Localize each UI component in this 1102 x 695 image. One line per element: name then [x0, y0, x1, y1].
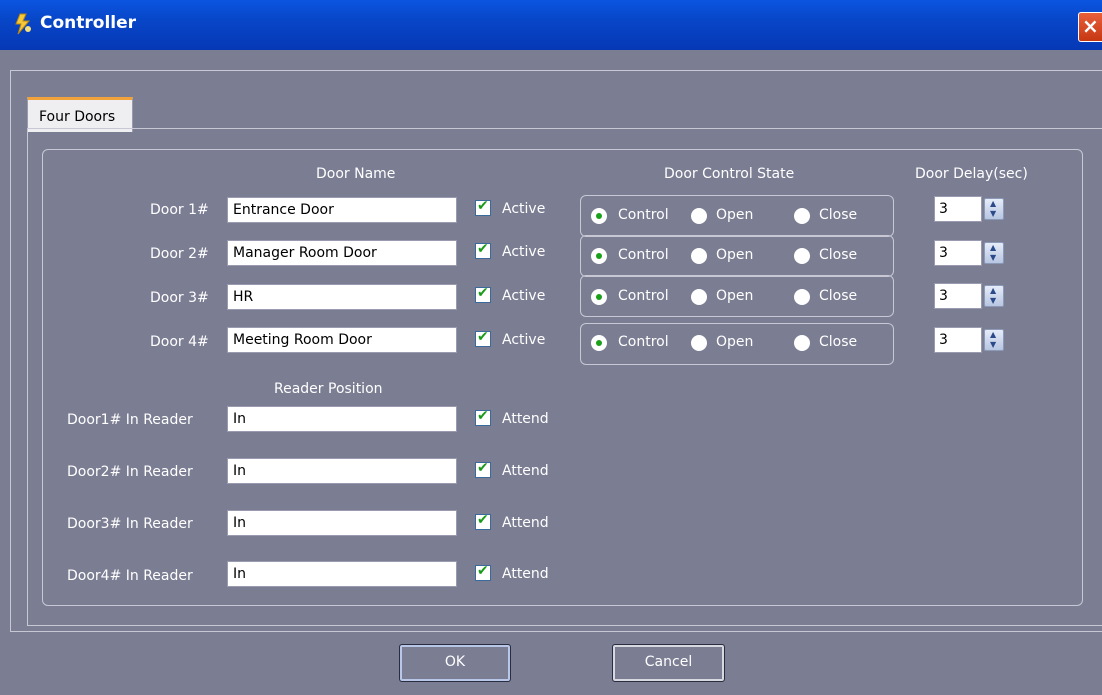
spin-arrows-icon[interactable] [984, 285, 1004, 307]
door-name-header: Door Name [316, 166, 396, 182]
reader-3-attend-label: Attend [502, 515, 549, 531]
reader-3-position-field[interactable]: In [227, 510, 457, 536]
door-1-delay-value[interactable]: 3 [934, 196, 982, 222]
spin-arrows-icon[interactable] [984, 329, 1004, 351]
door-1-close-label: Close [819, 207, 858, 223]
door-2-label: Door 2# [150, 246, 209, 262]
door-4-delay-value[interactable]: 3 [934, 327, 982, 353]
door-2-close-radio[interactable] [794, 248, 810, 264]
door-4-active-checkbox[interactable] [475, 329, 491, 347]
door-3-close-radio[interactable] [794, 289, 810, 305]
door-2-open-label: Open [716, 247, 754, 263]
door-2-active-label: Active [502, 244, 546, 260]
door-1-control-label: Control [618, 207, 669, 223]
door-3-close-label: Close [819, 288, 858, 304]
door-3-active-label: Active [502, 288, 546, 304]
door-3-delay-spinner[interactable]: 3 [934, 283, 1004, 309]
reader-1-position-field[interactable]: In [227, 406, 457, 432]
door-3-open-label: Open [716, 288, 754, 304]
reader-position-header: Reader Position [274, 381, 383, 397]
door-4-active-label: Active [502, 332, 546, 348]
tab-four-doors[interactable]: Four Doors [27, 97, 133, 132]
cancel-button[interactable]: Cancel [612, 644, 725, 682]
tab-label: Four Doors [39, 109, 116, 125]
window-title: Controller [40, 13, 137, 33]
close-icon: × [1082, 14, 1099, 38]
close-button[interactable]: × [1078, 12, 1102, 42]
door-1-label: Door 1# [150, 202, 209, 218]
door-2-close-label: Close [819, 247, 858, 263]
door-4-control-label: Control [618, 334, 669, 350]
door-1-close-radio[interactable] [794, 208, 810, 224]
reader-2-position-field[interactable]: In [227, 458, 457, 484]
door-4-close-label: Close [819, 334, 858, 350]
door-3-control-radio[interactable] [591, 289, 607, 305]
reader-4-label: Door4# In Reader [67, 568, 193, 584]
spin-arrows-icon[interactable] [984, 198, 1004, 220]
door-4-open-radio[interactable] [691, 335, 707, 351]
reader-4-attend-label: Attend [502, 566, 549, 582]
door-2-control-label: Control [618, 247, 669, 263]
ok-button[interactable]: OK [399, 644, 511, 682]
reader-2-label: Door2# In Reader [67, 464, 193, 480]
spin-arrows-icon[interactable] [984, 242, 1004, 264]
door-4-close-radio[interactable] [794, 335, 810, 351]
door-control-state-header: Door Control State [664, 166, 795, 182]
reader-1-attend-checkbox[interactable] [475, 408, 491, 426]
door-2-name-field[interactable]: Manager Room Door [227, 240, 457, 266]
door-4-label: Door 4# [150, 334, 209, 350]
door-1-open-label: Open [716, 207, 754, 223]
door-3-delay-value[interactable]: 3 [934, 283, 982, 309]
door-3-control-label: Control [618, 288, 669, 304]
door-2-delay-value[interactable]: 3 [934, 240, 982, 266]
door-1-open-radio[interactable] [691, 208, 707, 224]
reader-3-attend-checkbox[interactable] [475, 512, 491, 530]
door-1-control-radio[interactable] [591, 208, 607, 224]
door-3-open-radio[interactable] [691, 289, 707, 305]
door-4-delay-spinner[interactable]: 3 [934, 327, 1004, 353]
door-4-open-label: Open [716, 334, 754, 350]
door-1-active-label: Active [502, 201, 546, 217]
door-4-control-radio[interactable] [591, 335, 607, 351]
door-1-active-checkbox[interactable] [475, 198, 491, 216]
controller-app-icon [15, 13, 31, 35]
door-3-label: Door 3# [150, 290, 209, 306]
door-2-control-radio[interactable] [591, 248, 607, 264]
reader-4-attend-checkbox[interactable] [475, 563, 491, 581]
title-bar[interactable]: Controller × [0, 0, 1102, 50]
door-2-open-radio[interactable] [691, 248, 707, 264]
reader-4-position-field[interactable]: In [227, 561, 457, 587]
reader-1-label: Door1# In Reader [67, 412, 193, 428]
door-3-name-field[interactable]: HR [227, 284, 457, 310]
door-delay-header: Door Delay(sec) [915, 166, 1028, 182]
reader-3-label: Door3# In Reader [67, 516, 193, 532]
door-2-delay-spinner[interactable]: 3 [934, 240, 1004, 266]
door-3-active-checkbox[interactable] [475, 285, 491, 303]
reader-2-attend-label: Attend [502, 463, 549, 479]
reader-1-attend-label: Attend [502, 411, 549, 427]
door-1-delay-spinner[interactable]: 3 [934, 196, 1004, 222]
door-2-active-checkbox[interactable] [475, 241, 491, 259]
door-1-name-field[interactable]: Entrance Door [227, 197, 457, 223]
door-4-name-field[interactable]: Meeting Room Door [227, 327, 457, 353]
reader-2-attend-checkbox[interactable] [475, 460, 491, 478]
